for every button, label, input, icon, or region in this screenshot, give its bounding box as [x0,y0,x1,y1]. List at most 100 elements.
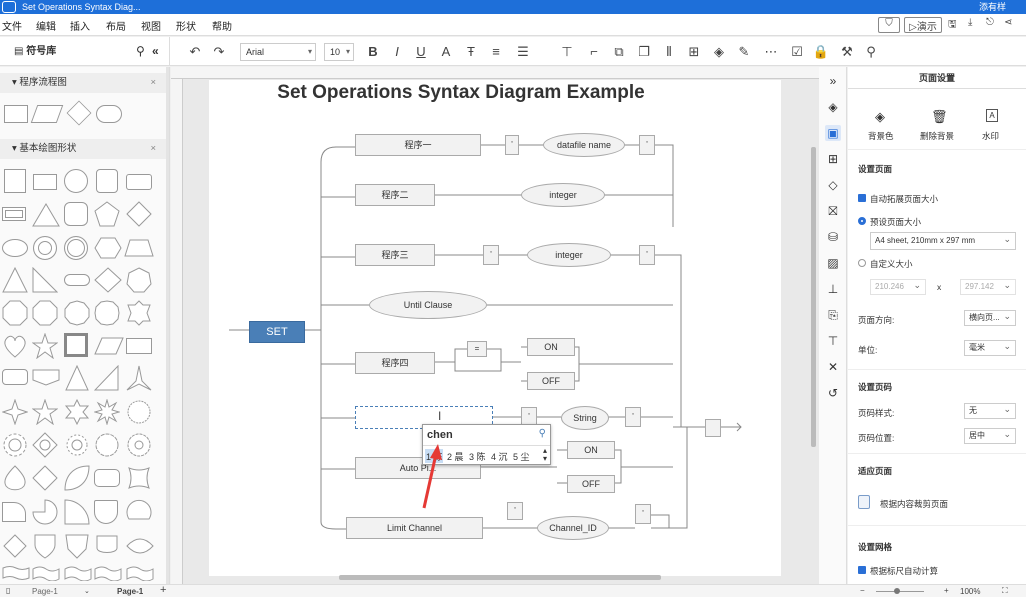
shape-decision[interactable] [66,100,92,126]
shape-8-point-star[interactable] [94,399,120,425]
shape-diamond[interactable] [94,267,122,293]
shape-square[interactable] [4,169,26,193]
shape-rounded-square[interactable] [96,169,118,193]
shape-diamond-rounded[interactable] [2,533,28,559]
shape-trapezoid[interactable] [124,239,154,257]
org-chart-icon[interactable]: ⊥ [825,281,841,297]
ime-next-icon[interactable]: ▾ [543,454,547,463]
line-spacing-icon[interactable]: ☰ [514,43,532,61]
shape-star[interactable] [32,333,58,359]
end-node[interactable] [705,419,721,437]
shape-soft-square[interactable] [64,202,88,226]
shape-frame[interactable] [2,207,26,221]
shape-tri-star[interactable] [126,365,152,391]
zoom-out-icon[interactable]: − [860,586,865,595]
layers-icon[interactable]: ◇ [825,177,841,193]
shape-quarter[interactable] [64,499,90,525]
image-icon[interactable]: ▨ [825,255,841,271]
auto-expand-checkbox[interactable] [858,194,866,202]
unit-select[interactable]: 毫米 [964,339,1016,356]
zoom-slider-handle[interactable] [894,588,900,594]
export-icon[interactable]: ⎘ [825,307,841,323]
shape-teardrop[interactable] [2,465,28,491]
off-node-2[interactable]: OFF [567,475,615,493]
shape-octagon[interactable] [2,300,28,326]
menu-file[interactable]: 文件 [2,18,22,33]
shape-triangle[interactable] [2,267,28,293]
shape-pie[interactable] [32,499,58,525]
delete-bg-button[interactable]: 删除背景 [920,130,954,142]
shape-curved-square[interactable] [126,465,152,491]
shape-seal[interactable] [126,399,152,425]
shape-wave[interactable] [32,565,60,581]
quote-node[interactable]: ' [625,407,641,427]
menu-layout[interactable]: 布局 [106,18,126,33]
shape-thick-frame[interactable] [64,333,88,357]
shape-heptagon[interactable] [126,267,152,293]
shape-rect[interactable] [126,338,152,354]
line-style-icon[interactable]: ⋯ [762,43,780,61]
expand-panel-icon[interactable]: » [825,73,841,89]
underline-icon[interactable]: U [412,43,430,61]
shape-lens[interactable] [126,537,154,555]
crop-page-icon[interactable] [858,495,870,509]
shape-scroll[interactable] [94,565,122,581]
shape-hexagon[interactable] [94,237,122,259]
menu-help[interactable]: 帮助 [212,18,232,33]
ellipse-integer[interactable]: integer [521,183,605,207]
node-program-3[interactable]: 程序三 [355,244,435,266]
pagenum-pos-select[interactable]: 居中 [964,427,1016,444]
library-scrollbar[interactable] [166,67,169,584]
shape-diamond-circle[interactable] [32,432,58,458]
shape-data[interactable] [30,105,64,123]
equals-node[interactable]: = [467,341,487,357]
shape-right-triangle[interactable] [32,267,58,293]
menu-shape[interactable]: 形状 [176,18,196,33]
text-box-icon[interactable]: ⊤ [558,43,576,61]
ellipse-integer-2[interactable]: integer [527,243,611,267]
shape-ellipse[interactable] [2,239,28,257]
fill-icon[interactable]: ◈ [825,99,841,115]
shape-sun[interactable] [64,432,90,458]
delete-icon[interactable]: 🗑 [931,109,948,125]
save-icon[interactable]: 🖫 [948,17,957,33]
history-icon[interactable]: ↺ [825,385,841,401]
node-program-2[interactable]: 程序二 [355,184,435,206]
shape-decagon[interactable] [64,300,90,326]
zoom-in-icon[interactable]: + [944,586,949,595]
shape-shield[interactable] [32,533,58,559]
preset-size-radio[interactable] [858,217,866,225]
shape-rounded-rect[interactable] [126,174,152,190]
chevron-down-icon[interactable]: ⌄ [84,587,90,595]
off-node[interactable]: OFF [527,372,575,390]
undo-icon[interactable]: ↶ [186,43,204,61]
size-icon[interactable]: ⊞ [685,43,703,61]
shape-flower[interactable] [94,432,120,458]
set-node[interactable]: SET [249,321,305,343]
shape-triangle-alt[interactable] [94,365,120,391]
ellipse-until-clause[interactable]: Until Clause [369,291,487,319]
shape-6-point-star[interactable] [64,399,90,425]
section-basic-shapes[interactable]: ▾ 基本绘图形状 × [0,139,169,159]
font-size-select[interactable]: 10 [324,43,354,61]
redo-icon[interactable]: ↷ [210,43,228,61]
position-icon[interactable]: ⧉ [610,43,628,61]
distribute-icon[interactable]: ⫴ [660,43,678,61]
share-icon[interactable]: ⋖ [1004,17,1012,33]
quote-node[interactable]: ' [635,504,651,524]
italic-icon[interactable]: I [388,43,406,61]
shape-leaf[interactable] [64,465,90,491]
shape-terminator[interactable] [96,105,122,123]
collab-icon[interactable]: ⛉ [878,17,900,33]
ellipse-datafile-name[interactable]: datafile name [543,133,625,157]
shape-corner-round[interactable] [2,502,26,522]
shape-heart[interactable] [2,333,28,359]
shape-ring[interactable] [33,236,57,260]
shape-rounded-diamond[interactable] [32,465,58,491]
add-page-button[interactable]: + [160,584,166,596]
shape-gear[interactable] [2,432,28,458]
shape-double-circle[interactable] [64,236,88,260]
grid-icon[interactable]: ⊞ [825,151,841,167]
node-program-1[interactable]: 程序一 [355,134,481,156]
node-program-4[interactable]: 程序四 [355,352,435,374]
